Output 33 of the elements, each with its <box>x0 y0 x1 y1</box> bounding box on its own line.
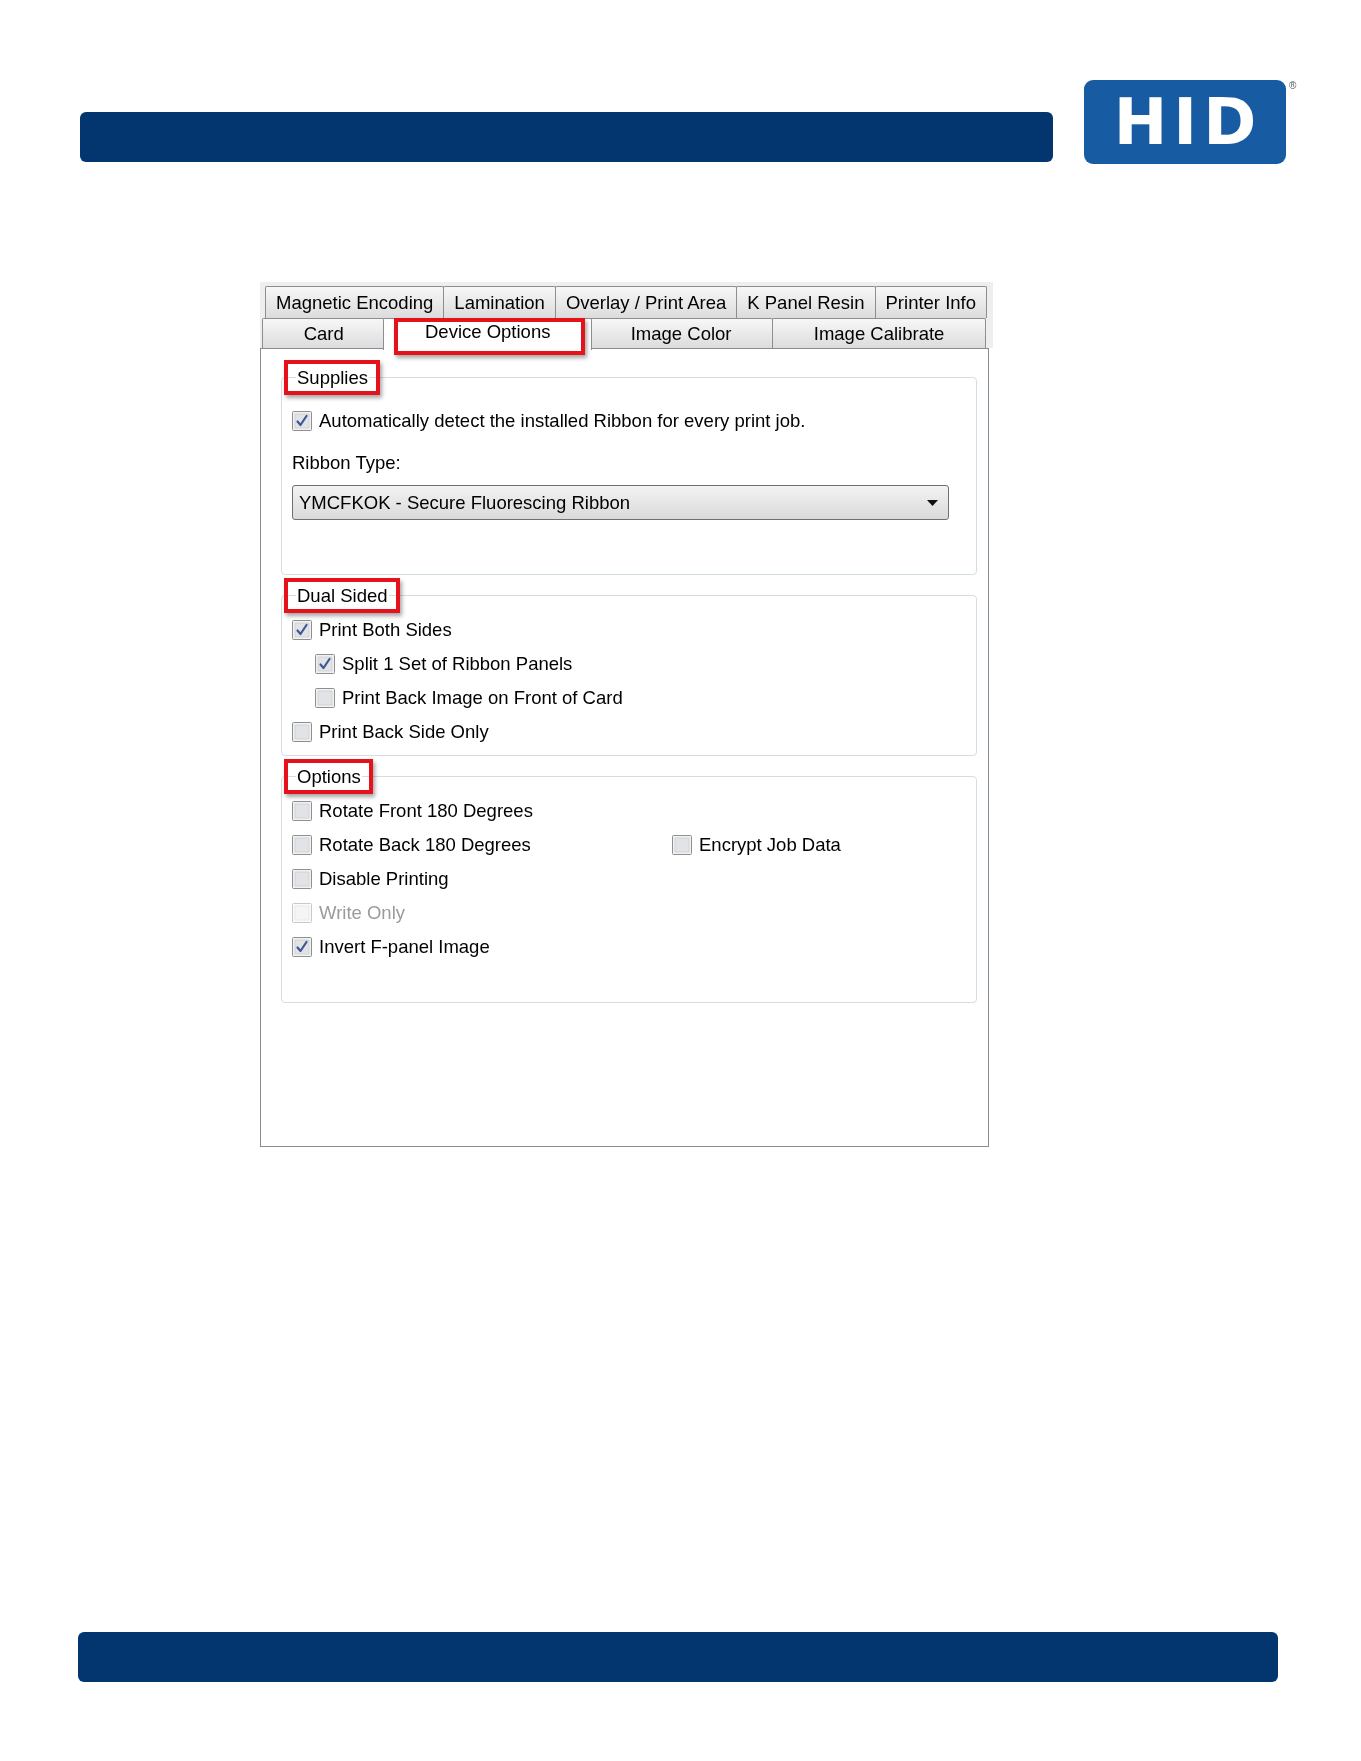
checkbox[interactable] <box>292 620 312 640</box>
registered-mark: ® <box>1289 80 1297 92</box>
checkbox[interactable] <box>292 722 312 742</box>
checkbox-label[interactable]: Automatically detect the installed Ribbon for every print job. <box>319 410 806 432</box>
tab[interactable]: Printer Info <box>874 286 987 318</box>
checkbox[interactable] <box>292 869 312 889</box>
checkbox-label[interactable]: Disable Printing <box>319 868 449 890</box>
checkbox-label[interactable]: Print Both Sides <box>319 619 452 641</box>
tab[interactable]: Overlay / Print Area <box>554 286 738 318</box>
checkbox[interactable] <box>292 411 312 431</box>
checkbox-label[interactable]: Print Back Image on Front of Card <box>342 687 623 709</box>
tab[interactable]: Card <box>262 318 386 348</box>
checkbox-label[interactable]: Encrypt Job Data <box>699 834 841 856</box>
ribbon-type-label: Ribbon Type: <box>292 452 401 474</box>
checkbox[interactable] <box>292 801 312 821</box>
checkbox-label[interactable]: Invert F-panel Image <box>319 936 490 958</box>
tab[interactable]: Image Calibrate <box>772 318 986 348</box>
checkbox[interactable] <box>292 937 312 957</box>
checkbox[interactable] <box>672 835 692 855</box>
checkbox-label[interactable]: Rotate Back 180 Degrees <box>319 834 531 856</box>
checkbox[interactable] <box>315 654 335 674</box>
checkbox[interactable] <box>315 688 335 708</box>
logo: HID <box>1084 80 1286 164</box>
tab[interactable]: K Panel Resin <box>736 286 876 318</box>
checkbox-label[interactable]: Print Back Side Only <box>319 721 489 743</box>
tab[interactable]: Magnetic Encoding <box>265 286 445 318</box>
checkbox[interactable] <box>292 835 312 855</box>
caret-icon <box>927 499 938 506</box>
checkbox-label[interactable]: Split 1 Set of Ribbon Panels <box>342 653 573 675</box>
checkbox-label[interactable]: Rotate Front 180 Degrees <box>319 800 533 822</box>
tab[interactable]: Lamination <box>443 286 556 318</box>
tab[interactable]: Image Color <box>589 318 774 348</box>
ribbon-type-dropdown[interactable]: YMCFKOK - Secure Fluorescing Ribbon <box>292 485 949 520</box>
